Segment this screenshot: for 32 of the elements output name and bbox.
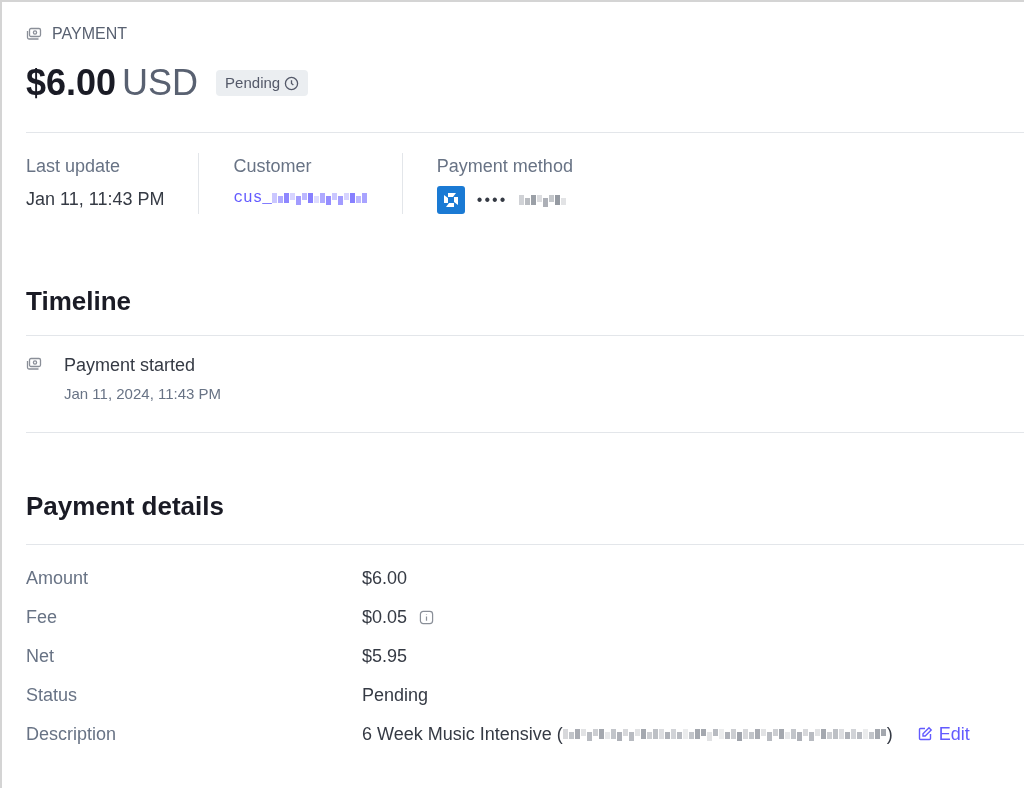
- section-title: Payment details: [26, 489, 225, 523]
- detail-label: Amount: [26, 566, 90, 590]
- currency-code: USD: [122, 61, 199, 105]
- detail-value-end: ): [886, 722, 893, 746]
- detail-value: Pending: [362, 683, 429, 707]
- detail-label: Status: [26, 683, 79, 707]
- money-icon: [26, 356, 42, 372]
- summary-label: Customer: [233, 155, 313, 178]
- summary-label: Last update: [26, 155, 122, 178]
- event-time: Jan 11, 2024, 11:43 PM: [64, 384, 222, 404]
- money-icon: [26, 26, 42, 42]
- event-title: Payment started: [64, 354, 197, 377]
- status-badge: Pending: [216, 69, 309, 97]
- bank-logo-icon: [436, 186, 465, 214]
- card-number: ••••: [476, 190, 508, 210]
- edit-button[interactable]: Edit: [916, 720, 970, 748]
- payment-amount: $6.00: [26, 61, 117, 105]
- customer-link[interactable]: cus_: [233, 186, 272, 210]
- redacted-block: [519, 193, 568, 207]
- summary-value: Jan 11, 11:43 PM: [26, 188, 165, 211]
- section-title: Timeline: [26, 285, 132, 318]
- detail-value: $5.95: [362, 644, 408, 668]
- detail-value: $6.00: [362, 566, 408, 590]
- clock-icon: [284, 75, 300, 91]
- detail-label: Fee: [26, 605, 59, 629]
- page-kicker: PAYMENT: [52, 24, 127, 44]
- detail-value: 6 Week Music Intensive (: [362, 722, 563, 746]
- summary-label: Payment method: [436, 155, 573, 178]
- detail-label: Net: [26, 644, 55, 668]
- detail-label: Description: [26, 722, 118, 746]
- edit-icon: [916, 726, 933, 742]
- detail-value: $0.05: [362, 605, 408, 629]
